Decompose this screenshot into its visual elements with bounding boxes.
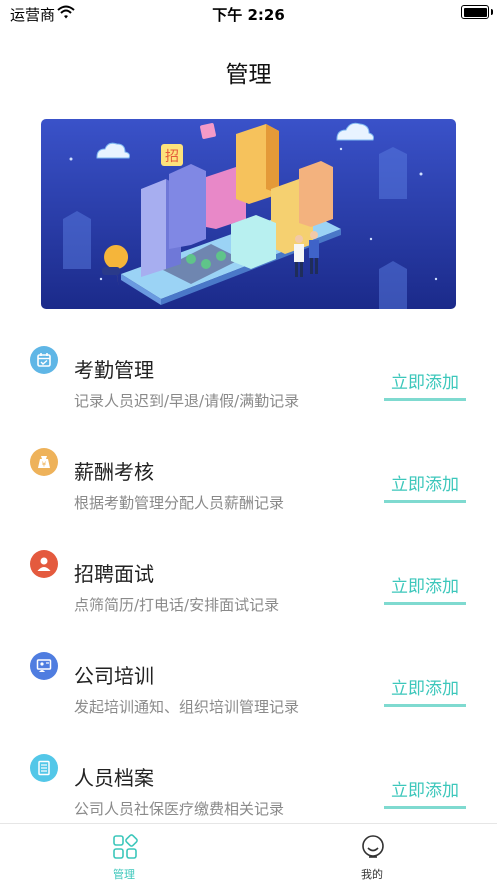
item-description: 发起培训通知、组织培训管理记录: [74, 698, 300, 716]
tab-manage-label: 管理: [113, 868, 135, 881]
item-description: 根据考勤管理分配人员薪酬记录: [74, 494, 285, 512]
add-recruitment-button[interactable]: 立即添加: [384, 572, 466, 605]
item-title: 薪酬考核: [74, 460, 154, 484]
page-title: 管理: [225, 62, 272, 88]
tab-mine[interactable]: 我的: [248, 824, 496, 884]
list-item-recruitment[interactable]: 招聘面试 点筛简历/打电话/安排面试记录 立即添加: [0, 544, 497, 644]
item-title: 考勤管理: [74, 358, 154, 382]
money-bag-icon: ¥: [30, 448, 58, 476]
tab-mine-label: 我的: [361, 868, 383, 881]
status-bar: 运营商 下午 2:26: [0, 0, 497, 26]
smile-icon: [360, 834, 386, 860]
list-item-training[interactable]: 公司培训 发起培训通知、组织培训管理记录 立即添加: [0, 646, 497, 746]
training-icon: [30, 652, 58, 680]
tab-manage[interactable]: 管理: [0, 824, 248, 884]
status-time: 下午 2:26: [212, 6, 285, 24]
item-title: 招聘面试: [74, 562, 154, 586]
add-attendance-button[interactable]: 立即添加: [384, 368, 466, 401]
grid-icon: [112, 834, 138, 860]
add-training-button[interactable]: 立即添加: [384, 674, 466, 707]
add-salary-button[interactable]: 立即添加: [384, 470, 466, 503]
svg-text:¥: ¥: [42, 461, 47, 469]
item-description: 公司人员社保医疗缴费相关记录: [74, 800, 285, 818]
battery-icon: [461, 5, 489, 19]
item-title: 人员档案: [74, 766, 154, 790]
banner-sign-text: 招: [165, 149, 179, 165]
add-personnel-file-button[interactable]: 立即添加: [384, 776, 466, 809]
tab-bar: 管理 我的: [0, 823, 497, 884]
list-item-salary[interactable]: ¥ 薪酬考核 根据考勤管理分配人员薪酬记录 立即添加: [0, 442, 497, 542]
item-description: 点筛简历/打电话/安排面试记录: [74, 596, 280, 614]
item-title: 公司培训: [74, 664, 154, 688]
item-description: 记录人员迟到/早退/请假/满勤记录: [74, 392, 300, 410]
calendar-icon: [30, 346, 58, 374]
list-item-attendance[interactable]: 考勤管理 记录人员迟到/早退/请假/满勤记录 立即添加: [0, 340, 497, 440]
file-icon: [30, 754, 58, 782]
banner-illustration: 招: [41, 119, 456, 309]
person-icon: [30, 550, 58, 578]
